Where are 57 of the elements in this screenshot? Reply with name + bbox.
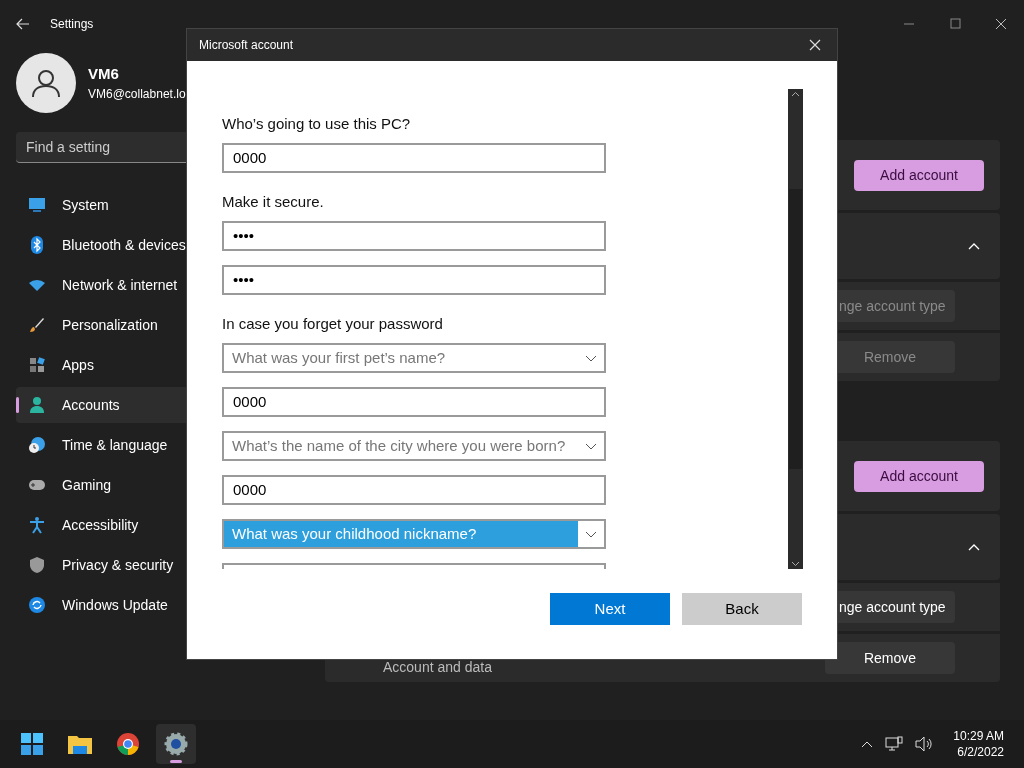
chevron-up-icon[interactable] <box>861 740 874 748</box>
monitor-icon <box>28 197 46 213</box>
scroll-down-icon[interactable] <box>791 561 800 567</box>
chevron-down-icon <box>585 354 597 362</box>
dropdown-field[interactable]: What was your first pet’s name? <box>222 343 606 373</box>
wifi-icon <box>28 278 46 292</box>
dropdown-field[interactable]: What’s the name of the city where you were born? <box>222 431 606 461</box>
window-title: Settings <box>50 16 94 33</box>
brush-icon <box>29 317 45 333</box>
update-icon <box>28 596 46 614</box>
clock-date: 6/2/2022 <box>957 744 1004 760</box>
back-button[interactable]: Back <box>682 593 802 625</box>
scrollbar[interactable] <box>788 89 803 569</box>
speaker-icon[interactable] <box>915 736 934 752</box>
field-label: Make it secure. <box>222 193 325 211</box>
input-field[interactable]: 0000 <box>222 387 606 417</box>
next-button[interactable]: Next <box>550 593 670 625</box>
input-field[interactable]: •••• <box>222 221 606 251</box>
close-icon[interactable] <box>995 18 1007 30</box>
nav-item[interactable]: Privacy & security <box>16 547 306 583</box>
row-label: Account and data <box>383 658 492 677</box>
add-account-button[interactable]: Add account <box>854 159 984 191</box>
scroll-thumb[interactable] <box>789 189 802 469</box>
gamepad-icon <box>28 479 46 491</box>
person-icon <box>29 396 45 414</box>
chevron-down-icon <box>585 530 597 538</box>
maximize-icon[interactable] <box>949 18 961 30</box>
bluetooth-icon <box>30 236 44 254</box>
profile-email: VM6@collabnet.lo <box>88 86 186 104</box>
browser-icon[interactable] <box>116 732 140 756</box>
person-icon <box>31 68 61 98</box>
shield-icon <box>29 556 45 574</box>
scroll-up-icon[interactable] <box>791 91 800 97</box>
input-field[interactable]: 0000 <box>222 475 606 505</box>
start-icon[interactable] <box>20 732 44 756</box>
selection-indicator <box>16 397 19 413</box>
dialog-title: Microsoft account <box>199 37 294 54</box>
active-indicator <box>170 760 182 763</box>
taskbar-button[interactable] <box>156 724 196 764</box>
clock-time: 10:29 AM <box>953 728 1004 744</box>
remove-button[interactable]: Remove <box>825 642 955 674</box>
gear-icon <box>164 732 188 756</box>
network-icon[interactable] <box>885 736 904 752</box>
chevron-down-icon <box>585 442 597 450</box>
globe-clock-icon <box>28 436 46 454</box>
accessibility-icon <box>29 516 45 534</box>
nav-item[interactable]: Windows Update <box>16 587 306 623</box>
close-icon[interactable] <box>809 39 821 51</box>
back-arrow-icon[interactable] <box>16 18 30 30</box>
field-label: Who’s going to use this PC? <box>222 115 412 133</box>
input-field[interactable]: 0000 <box>222 143 606 173</box>
folder-icon[interactable] <box>67 733 93 755</box>
input-field[interactable]: •••• <box>222 265 606 295</box>
apps-icon <box>29 357 45 373</box>
profile-name: VM6 <box>88 63 120 84</box>
add-account-button[interactable]: Add account <box>854 460 984 492</box>
field-label: In case you forget your password <box>222 315 444 333</box>
